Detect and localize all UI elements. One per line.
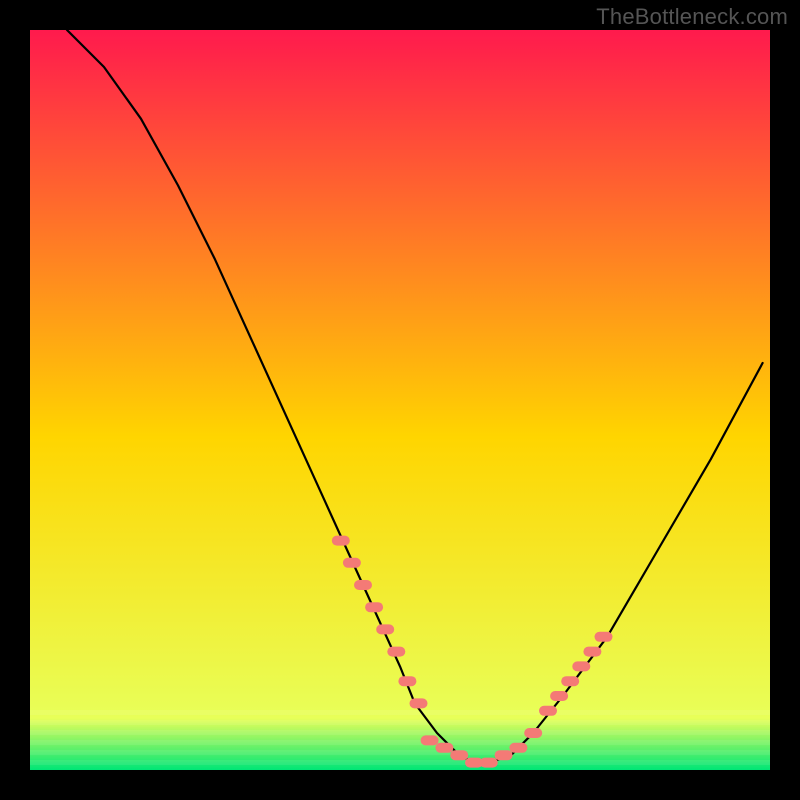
marker-valley-dots bbox=[509, 743, 527, 753]
chart-svg bbox=[30, 30, 770, 770]
marker-left-branch-dots bbox=[398, 676, 416, 686]
marker-valley-dots bbox=[435, 743, 453, 753]
marker-right-branch-dots bbox=[583, 647, 601, 657]
marker-left-branch-dots bbox=[387, 647, 405, 657]
marker-valley-dots bbox=[495, 750, 513, 760]
watermark-text: TheBottleneck.com bbox=[596, 4, 788, 30]
marker-valley-dots bbox=[480, 758, 498, 768]
marker-left-branch-dots bbox=[365, 602, 383, 612]
marker-left-branch-dots bbox=[410, 698, 428, 708]
chart-frame: TheBottleneck.com bbox=[0, 0, 800, 800]
marker-valley-dots bbox=[450, 750, 468, 760]
marker-left-branch-dots bbox=[332, 536, 350, 546]
marker-right-branch-dots bbox=[539, 706, 557, 716]
marker-right-branch-dots bbox=[595, 632, 613, 642]
marker-right-branch-dots bbox=[572, 661, 590, 671]
marker-right-branch-dots bbox=[550, 691, 568, 701]
plot-area bbox=[30, 30, 770, 770]
marker-left-branch-dots bbox=[376, 624, 394, 634]
marker-right-branch-dots bbox=[561, 676, 579, 686]
marker-valley-dots bbox=[524, 728, 542, 738]
marker-left-branch-dots bbox=[343, 558, 361, 568]
marker-left-branch-dots bbox=[354, 580, 372, 590]
marker-valley-dots bbox=[421, 735, 439, 745]
